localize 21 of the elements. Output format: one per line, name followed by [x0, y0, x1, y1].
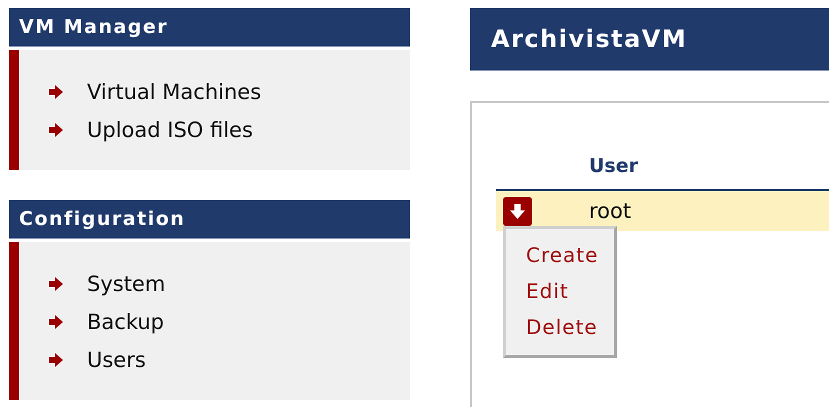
sidebar-link[interactable]: Backup — [87, 310, 164, 334]
page-title: ArchivistaVM — [470, 8, 829, 71]
menu-item[interactable]: Edit — [526, 279, 614, 303]
arrow-icon — [49, 277, 63, 291]
sidebar-link[interactable]: System — [87, 272, 166, 296]
arrow-icon — [49, 315, 63, 329]
column-header: User — [589, 155, 638, 177]
dropdown-button[interactable] — [503, 196, 532, 226]
table-row[interactable]: root — [496, 191, 829, 231]
sidebar-link[interactable]: Users — [87, 348, 146, 372]
arrow-icon — [49, 353, 63, 367]
section-header: VM Manager — [9, 8, 410, 47]
menu-item[interactable]: Delete — [526, 315, 614, 339]
menu-item[interactable]: Create — [526, 243, 614, 267]
section-header: Configuration — [9, 200, 410, 239]
arrow-icon — [49, 85, 63, 99]
arrow-icon — [49, 123, 63, 137]
sidebar-link[interactable]: Upload ISO files — [87, 118, 253, 142]
sidebar-link[interactable]: Virtual Machines — [87, 80, 262, 104]
table-cell: root — [589, 199, 632, 223]
down-arrow-icon — [510, 204, 525, 218]
